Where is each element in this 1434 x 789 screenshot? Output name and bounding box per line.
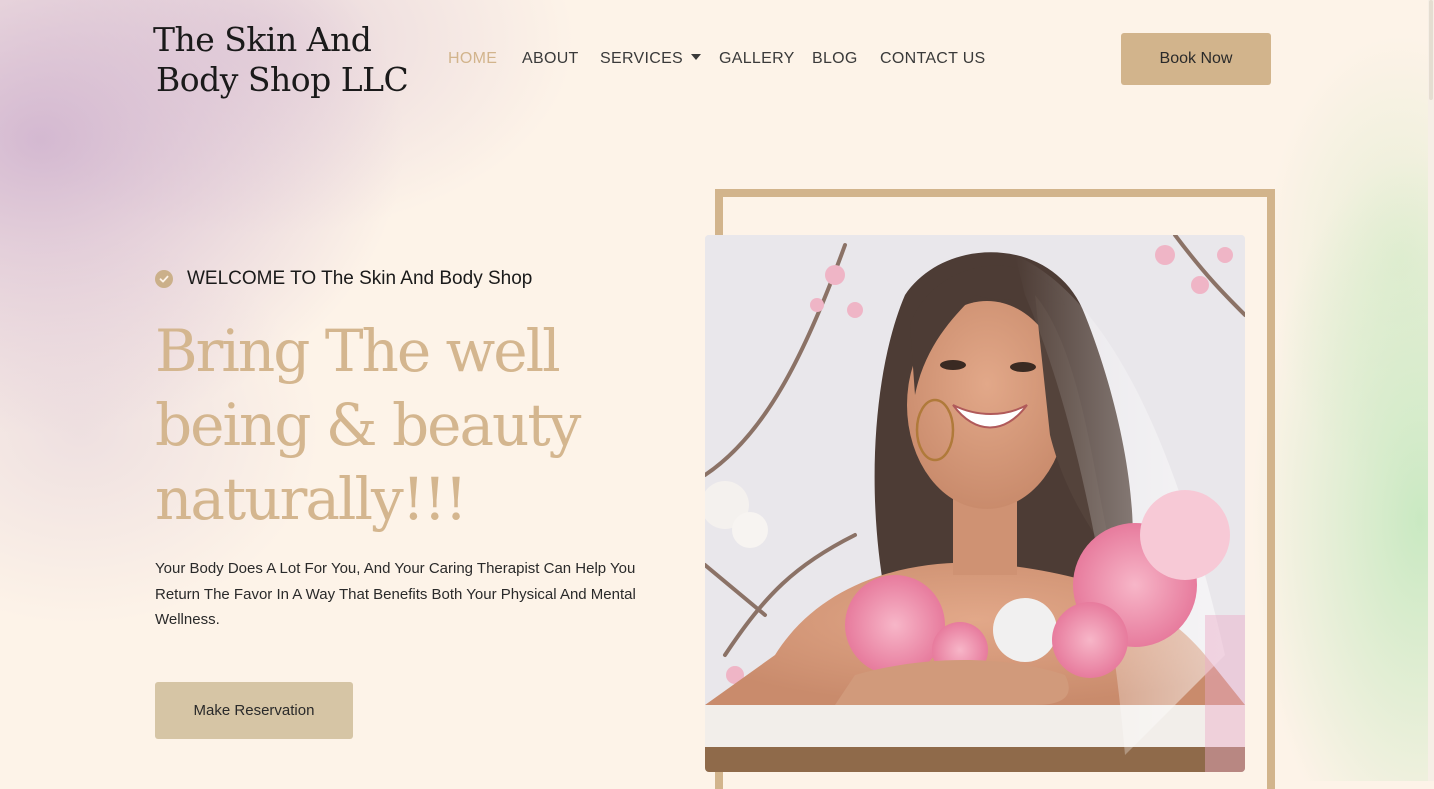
nav-item-home[interactable]: HOME bbox=[448, 48, 497, 70]
nav-item-services-label: SERVICES bbox=[600, 50, 684, 67]
nav-item-about[interactable]: ABOUT bbox=[522, 48, 579, 70]
logo-line-2: Body Shop LLC bbox=[156, 60, 409, 99]
description-line-2: Return The Favor In A Way That Benefits … bbox=[155, 585, 636, 603]
chevron-down-icon bbox=[691, 54, 702, 60]
scrollbar-thumb[interactable] bbox=[1429, 0, 1433, 100]
hero-headline: Bring The well being & beauty naturally!… bbox=[155, 314, 675, 536]
page-scrollbar[interactable] bbox=[1428, 0, 1434, 781]
site-logo[interactable]: The Skin And Body Shop LLC bbox=[153, 20, 409, 100]
nav-item-blog[interactable]: BLOG bbox=[812, 48, 858, 70]
headline-line-3: naturally!!! bbox=[155, 465, 468, 533]
book-now-button[interactable]: Book Now bbox=[1121, 33, 1271, 85]
hero-photo bbox=[705, 235, 1245, 772]
nav-item-services[interactable]: SERVICES bbox=[600, 48, 702, 70]
welcome-eyebrow: WELCOME TO The Skin And Body Shop bbox=[155, 266, 532, 292]
nav-item-gallery[interactable]: GALLERY bbox=[719, 48, 795, 70]
welcome-text: WELCOME TO The Skin And Body Shop bbox=[187, 268, 533, 289]
make-reservation-button[interactable]: Make Reservation bbox=[155, 682, 353, 739]
nav-item-contact-us[interactable]: CONTACT US bbox=[880, 48, 986, 70]
description-line-3: Wellness. bbox=[155, 611, 220, 628]
hero-description: Your Body Does A Lot For You, And Your C… bbox=[155, 556, 655, 633]
logo-line-1: The Skin And bbox=[153, 20, 372, 59]
headline-line-1: Bring The well bbox=[155, 317, 561, 385]
check-circle-icon bbox=[155, 270, 173, 288]
description-line-1: Your Body Does A Lot For You, And Your C… bbox=[155, 560, 636, 577]
headline-line-2: being & beauty bbox=[155, 391, 581, 459]
